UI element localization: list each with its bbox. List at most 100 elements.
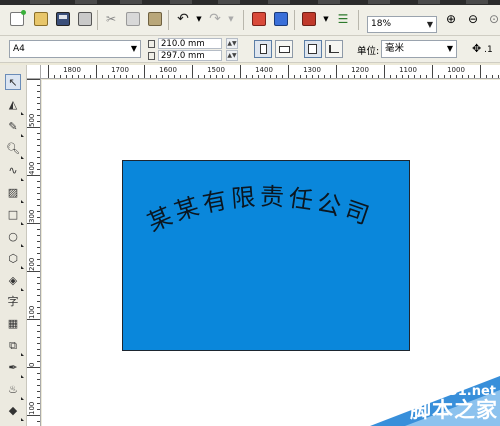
eyedropper-tool-icon[interactable]: ✒: [5, 360, 24, 378]
ruler-v-tick: [37, 235, 40, 236]
redo-dropdown-icon[interactable]: ▼: [225, 13, 237, 25]
ruler-h-tick: [324, 75, 325, 78]
current-page-button[interactable]: [325, 40, 343, 58]
ruler-v-tick: [37, 205, 40, 206]
rectangle-tool-icon[interactable]: □: [5, 207, 24, 225]
ruler-h-label: 1800: [63, 66, 81, 74]
company-name-arc-text[interactable]: 某某有限责任公司: [143, 183, 376, 237]
fill-tool-icon[interactable]: ◆: [5, 403, 24, 421]
ruler-h-tick: [156, 75, 157, 78]
ruler-h-tick: [264, 75, 265, 78]
height-icon: [148, 51, 155, 60]
zoom-value: 18%: [371, 19, 392, 29]
ruler-h-tick: [252, 75, 253, 78]
copy-icon[interactable]: [126, 12, 140, 26]
ruler-v-tick: [27, 175, 40, 176]
zoom-in-icon[interactable]: ⊕: [444, 12, 458, 26]
zoom-select[interactable]: 18% ▼: [367, 16, 437, 33]
print-icon[interactable]: [78, 12, 92, 26]
ruler-h-tick: [246, 75, 247, 78]
ruler-h-tick: [294, 75, 295, 78]
ellipse-tool-icon[interactable]: ○: [5, 229, 24, 247]
ruler-h-tick: [120, 75, 121, 78]
ruler-h-label: 1400: [255, 66, 273, 74]
outline-tool-icon[interactable]: ♨: [5, 382, 24, 400]
ruler-h-tick: [168, 75, 169, 78]
landscape-button[interactable]: [275, 40, 293, 58]
new-doc-icon[interactable]: [10, 10, 26, 26]
all-pages-icon: [308, 44, 317, 54]
smart-fill-tool-icon[interactable]: ▨: [5, 185, 24, 203]
paste-icon[interactable]: [148, 12, 162, 26]
ruler-h-tick: [228, 75, 229, 78]
ruler-h-tick: [474, 75, 475, 78]
zoom-out-icon[interactable]: ⊖: [466, 12, 480, 26]
ruler-h-tick: [258, 75, 259, 78]
zoom-tool-icon[interactable]: 🔍︎: [5, 141, 24, 159]
ruler-v-tick: [37, 241, 40, 242]
unit-value: 毫米: [385, 43, 405, 54]
ruler-h-tick: [282, 75, 283, 78]
undo-icon[interactable]: ↶: [176, 12, 190, 26]
ruler-v-tick: [37, 253, 40, 254]
options-icon[interactable]: ☰: [336, 12, 350, 26]
portrait-button[interactable]: [254, 40, 272, 58]
page-size-select[interactable]: A4 ▼: [9, 40, 141, 58]
ruler-v-tick: [37, 115, 40, 116]
ruler-v-tick: [37, 121, 40, 122]
drawing-canvas[interactable]: 某某有限责任公司: [42, 80, 500, 426]
ruler-v-tick: [37, 283, 40, 284]
launcher-icon[interactable]: [302, 12, 316, 26]
freehand-tool-icon[interactable]: ∿: [5, 163, 24, 181]
all-pages-button[interactable]: [304, 40, 322, 58]
ruler-v-label: 200: [28, 257, 36, 271]
undo-dropdown-icon[interactable]: ▼: [193, 13, 205, 25]
ruler-h-tick: [498, 75, 499, 78]
text-tool-icon[interactable]: 字: [5, 294, 21, 310]
table-tool-icon[interactable]: ▦: [5, 316, 21, 332]
ruler-v-label: 100: [28, 401, 36, 415]
move-icon: ✥: [472, 42, 482, 55]
dimension-tool-icon[interactable]: ⧉: [5, 338, 24, 356]
ruler-v-tick: [37, 379, 40, 380]
horizontal-ruler[interactable]: 1800 1700 1600 1500 1400 1300 1200 1100 1000: [41, 65, 500, 79]
nudge-field[interactable]: ✥ .1: [472, 40, 500, 58]
ruler-h-tick: [378, 75, 379, 78]
height-spinner[interactable]: ▲▼: [226, 50, 238, 61]
pick-tool-icon[interactable]: ↖: [5, 74, 21, 90]
launcher-dropdown-icon[interactable]: ▼: [320, 13, 332, 25]
basic-shapes-tool-icon[interactable]: ◈: [5, 273, 24, 291]
ruler-h-tick: [144, 65, 145, 78]
open-icon[interactable]: [34, 12, 48, 26]
standard-toolbar: ✂ ↶ ▼ ↷ ▼ ▼ ☰ 18% ▼ ⊕ ⊖ ⊙: [0, 5, 500, 36]
ruler-v-tick: [27, 415, 40, 416]
ruler-v-tick: [37, 229, 40, 230]
vertical-ruler[interactable]: 500 400 300 200 100 0 100: [27, 79, 41, 426]
ruler-h-tick: [390, 75, 391, 78]
ruler-h-tick: [192, 65, 193, 78]
cut-icon[interactable]: ✂: [104, 12, 118, 26]
ruler-h-tick: [396, 75, 397, 78]
ruler-h-tick: [204, 75, 205, 78]
import-icon[interactable]: [252, 12, 266, 26]
shape-tool-icon[interactable]: ◭: [5, 97, 24, 115]
ruler-h-tick: [270, 75, 271, 78]
width-spinner[interactable]: ▲▼: [226, 38, 238, 49]
export-icon[interactable]: [274, 12, 288, 26]
page-height-field[interactable]: 297.0 mm: [158, 50, 222, 61]
current-page-icon: [329, 45, 339, 53]
unit-select[interactable]: 毫米 ▼: [381, 40, 457, 58]
ruler-h-tick: [240, 65, 241, 78]
crop-tool-icon[interactable]: ✎: [5, 119, 24, 137]
ruler-v-tick: [37, 211, 40, 212]
ruler-h-label: 1000: [447, 66, 465, 74]
ruler-h-label: 1700: [111, 66, 129, 74]
ruler-v-tick: [27, 223, 40, 224]
ruler-origin[interactable]: [27, 65, 41, 79]
ruler-v-tick: [37, 355, 40, 356]
redo-icon[interactable]: ↷: [208, 12, 222, 26]
save-icon[interactable]: [56, 12, 70, 26]
zoom-extra-icon[interactable]: ⊙: [487, 12, 500, 26]
page-width-field[interactable]: 210.0 mm: [158, 38, 222, 49]
polygon-tool-icon[interactable]: ⬡: [5, 251, 24, 269]
